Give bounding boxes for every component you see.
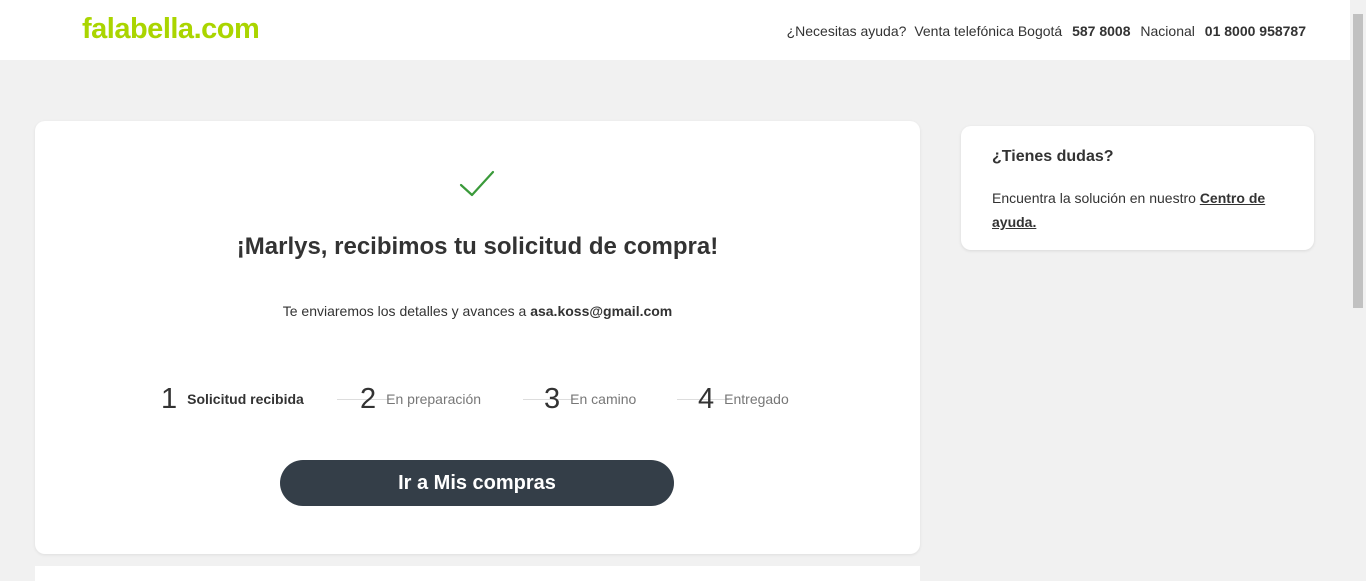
order-progress-steps: 1 Solicitud recibida 2 En preparación 3 … <box>161 379 801 419</box>
check-icon <box>459 170 495 197</box>
step-en-preparacion: 2 En preparación <box>360 379 481 419</box>
step-number: 1 <box>161 383 178 415</box>
step-label: Entregado <box>724 391 789 407</box>
page-scrollbar[interactable] <box>1350 0 1366 581</box>
help-card: ¿Tienes dudas? Encuentra la solución en … <box>961 126 1314 250</box>
step-label: En preparación <box>386 391 482 407</box>
confirmation-subtitle: Te enviaremos los detalles y avances a a… <box>282 303 673 319</box>
bogota-label: Venta telefónica Bogotá <box>914 23 1063 39</box>
national-label: Nacional <box>1140 23 1195 39</box>
step-number: 2 <box>360 383 377 415</box>
customer-email: asa.koss@gmail.com <box>530 303 673 319</box>
step-label: En camino <box>570 391 637 407</box>
confirmation-title: ¡Marlys, recibimos tu solicitud de compr… <box>236 233 719 260</box>
site-header: falabella.com ¿Necesitas ayuda? Venta te… <box>0 0 1350 60</box>
step-solicitud-recibida: 1 Solicitud recibida <box>161 379 304 419</box>
step-label: Solicitud recibida <box>187 391 304 407</box>
help-contact-info: ¿Necesitas ayuda? Venta telefónica Bogot… <box>783 22 1308 40</box>
help-card-title: ¿Tienes dudas? <box>992 148 1114 165</box>
help-card-text: Encuentra la solución en nuestro Centro … <box>992 190 1266 230</box>
scrollbar-thumb[interactable] <box>1353 14 1363 308</box>
falabella-logo[interactable]: falabella.com <box>82 12 260 46</box>
step-number: 4 <box>698 383 715 415</box>
step-en-camino: 3 En camino <box>544 379 636 419</box>
step-number: 3 <box>544 383 561 415</box>
bogota-phone[interactable]: 587 8008 <box>1072 23 1130 39</box>
secondary-card <box>35 566 920 581</box>
help-question: ¿Necesitas ayuda? <box>786 23 907 39</box>
national-phone[interactable]: 01 8000 958787 <box>1205 23 1306 39</box>
confirmation-card: ¡Marlys, recibimos tu solicitud de compr… <box>35 121 920 554</box>
go-to-my-purchases-button[interactable]: Ir a Mis compras <box>280 460 674 506</box>
step-entregado: 4 Entregado <box>698 379 789 419</box>
